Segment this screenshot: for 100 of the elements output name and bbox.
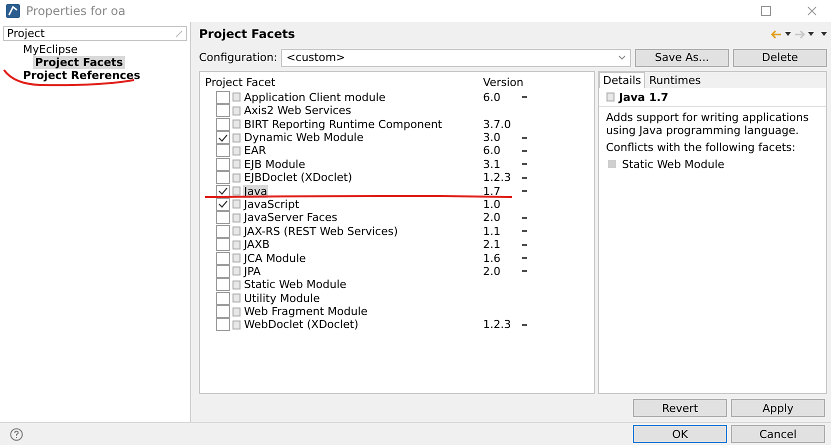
facet-checkbox[interactable] bbox=[216, 305, 230, 318]
facet-name[interactable]: JavaServer Faces bbox=[243, 211, 338, 224]
facet-name[interactable]: JavaScript bbox=[243, 198, 300, 211]
facet-description: Adds support for writing applications using Java programming language. bbox=[606, 110, 810, 137]
menu-icon[interactable] bbox=[821, 32, 827, 36]
facet-version: 3.0 bbox=[482, 131, 502, 144]
facet-icon bbox=[232, 212, 241, 223]
facet-name[interactable]: Application Client module bbox=[243, 90, 387, 104]
version-dropdown-icon[interactable] bbox=[522, 270, 527, 272]
clear-icon[interactable] bbox=[175, 30, 183, 38]
version-dropdown-icon[interactable] bbox=[522, 324, 527, 326]
facet-checkbox[interactable] bbox=[216, 252, 230, 265]
facet-name[interactable]: JAX-RS (REST Web Services) bbox=[243, 224, 399, 238]
configuration-label: Configuration: bbox=[199, 51, 278, 64]
facet-icon bbox=[232, 92, 241, 102]
facet-checkbox[interactable] bbox=[216, 264, 230, 278]
facet-icon bbox=[232, 172, 241, 183]
facet-name[interactable]: JCA Module bbox=[243, 252, 307, 265]
help-icon[interactable] bbox=[10, 428, 23, 440]
version-dropdown-icon[interactable] bbox=[522, 163, 527, 166]
version-dropdown-icon[interactable] bbox=[522, 190, 527, 192]
window-title: Properties for oa bbox=[26, 4, 126, 18]
facet-icon bbox=[232, 226, 241, 236]
dialog-button[interactable]: Cancel bbox=[731, 425, 825, 443]
facet-icon bbox=[232, 253, 241, 264]
version-dropdown-icon[interactable] bbox=[522, 257, 527, 260]
facet-icon bbox=[232, 199, 241, 210]
facet-name[interactable]: EAR bbox=[243, 144, 268, 158]
facet-name[interactable]: Axis2 Web Services bbox=[243, 104, 352, 118]
facet-version: 6.0 bbox=[482, 144, 502, 158]
facet-name[interactable]: EJB Module bbox=[243, 158, 306, 171]
facet-checkbox[interactable] bbox=[216, 198, 230, 211]
facet-checkbox[interactable] bbox=[216, 211, 230, 224]
close-icon[interactable] bbox=[807, 6, 817, 16]
facet-checkbox[interactable] bbox=[216, 278, 230, 292]
facet-icon bbox=[232, 240, 241, 250]
facet-checkbox[interactable] bbox=[216, 171, 230, 184]
facet-heading: Java 1.7 bbox=[619, 90, 668, 104]
configuration-select[interactable]: <custom> bbox=[281, 48, 631, 67]
facet-checkbox[interactable] bbox=[216, 238, 230, 252]
facet-name[interactable]: Utility Module bbox=[243, 292, 321, 305]
facet-checkbox[interactable] bbox=[216, 131, 230, 144]
facet-checkbox[interactable] bbox=[216, 158, 230, 171]
filter-field[interactable]: Project bbox=[3, 26, 187, 41]
facet-icon bbox=[232, 132, 241, 142]
facet-version: 3.1 bbox=[482, 158, 502, 171]
version-dropdown-icon[interactable] bbox=[522, 230, 527, 232]
version-dropdown-icon[interactable] bbox=[522, 244, 527, 246]
facet-icon bbox=[232, 306, 241, 317]
check-icon bbox=[218, 134, 228, 142]
facet-name[interactable]: WebDoclet (XDoclet) bbox=[243, 318, 360, 332]
facet-version: 2.0 bbox=[482, 211, 502, 224]
version-dropdown-icon[interactable] bbox=[522, 96, 527, 98]
facet-icon bbox=[232, 280, 241, 290]
facet-checkbox[interactable] bbox=[216, 184, 230, 198]
facet-version: 1.0 bbox=[482, 198, 502, 211]
maximize-icon[interactable] bbox=[761, 6, 771, 16]
version-dropdown-icon[interactable] bbox=[522, 176, 527, 179]
details-tab[interactable]: Details bbox=[599, 72, 646, 88]
page-button[interactable]: Apply bbox=[731, 399, 825, 418]
facet-icon bbox=[608, 160, 616, 168]
tree-item[interactable]: Project Facets bbox=[33, 56, 125, 69]
page-button[interactable]: Revert bbox=[633, 399, 727, 418]
column-header[interactable]: Project Facet bbox=[204, 76, 482, 89]
conflict-facet: Static Web Module bbox=[622, 158, 724, 171]
facet-checkbox[interactable] bbox=[216, 144, 230, 158]
facet-checkbox[interactable] bbox=[216, 292, 230, 305]
facet-version: 1.2.3 bbox=[482, 171, 512, 184]
dialog-button[interactable]: OK bbox=[633, 425, 727, 443]
facet-name[interactable]: BIRT Reporting Runtime Component bbox=[243, 118, 444, 131]
facet-checkbox[interactable] bbox=[216, 224, 230, 238]
facet-name[interactable]: EJBDoclet (XDoclet) bbox=[243, 171, 354, 184]
tree-item[interactable]: MyEclipse bbox=[21, 43, 80, 56]
facet-name[interactable]: Dynamic Web Module bbox=[243, 131, 364, 144]
facet-checkbox[interactable] bbox=[216, 104, 230, 118]
facet-icon bbox=[606, 92, 615, 102]
facet-icon bbox=[232, 146, 241, 156]
facet-name[interactable]: Web Fragment Module bbox=[243, 305, 369, 318]
version-dropdown-icon[interactable] bbox=[522, 216, 527, 219]
facet-name[interactable]: Static Web Module bbox=[243, 278, 348, 292]
column-header[interactable]: Version bbox=[482, 76, 524, 89]
dropdown-icon[interactable] bbox=[808, 32, 814, 36]
facet-icon bbox=[232, 293, 241, 304]
facet-checkbox[interactable] bbox=[216, 118, 230, 131]
version-dropdown-icon[interactable] bbox=[522, 150, 527, 152]
facet-checkbox[interactable] bbox=[216, 90, 230, 104]
app-icon bbox=[6, 4, 20, 18]
facet-version: 1.6 bbox=[482, 252, 502, 265]
facet-checkbox[interactable] bbox=[216, 318, 230, 332]
dropdown-icon[interactable] bbox=[785, 32, 791, 36]
facet-icon bbox=[232, 266, 241, 276]
facet-name[interactable]: JPA bbox=[243, 264, 262, 278]
facet-version: 2.0 bbox=[482, 264, 502, 278]
page-button[interactable]: Delete bbox=[733, 48, 827, 67]
facet-icon bbox=[232, 186, 241, 196]
facet-name[interactable]: JAXB bbox=[243, 238, 271, 252]
facet-icon bbox=[232, 159, 241, 170]
page-button[interactable]: Save As... bbox=[635, 48, 729, 67]
chevron-icon bbox=[618, 55, 626, 60]
tree-item[interactable]: Project References bbox=[21, 69, 142, 82]
